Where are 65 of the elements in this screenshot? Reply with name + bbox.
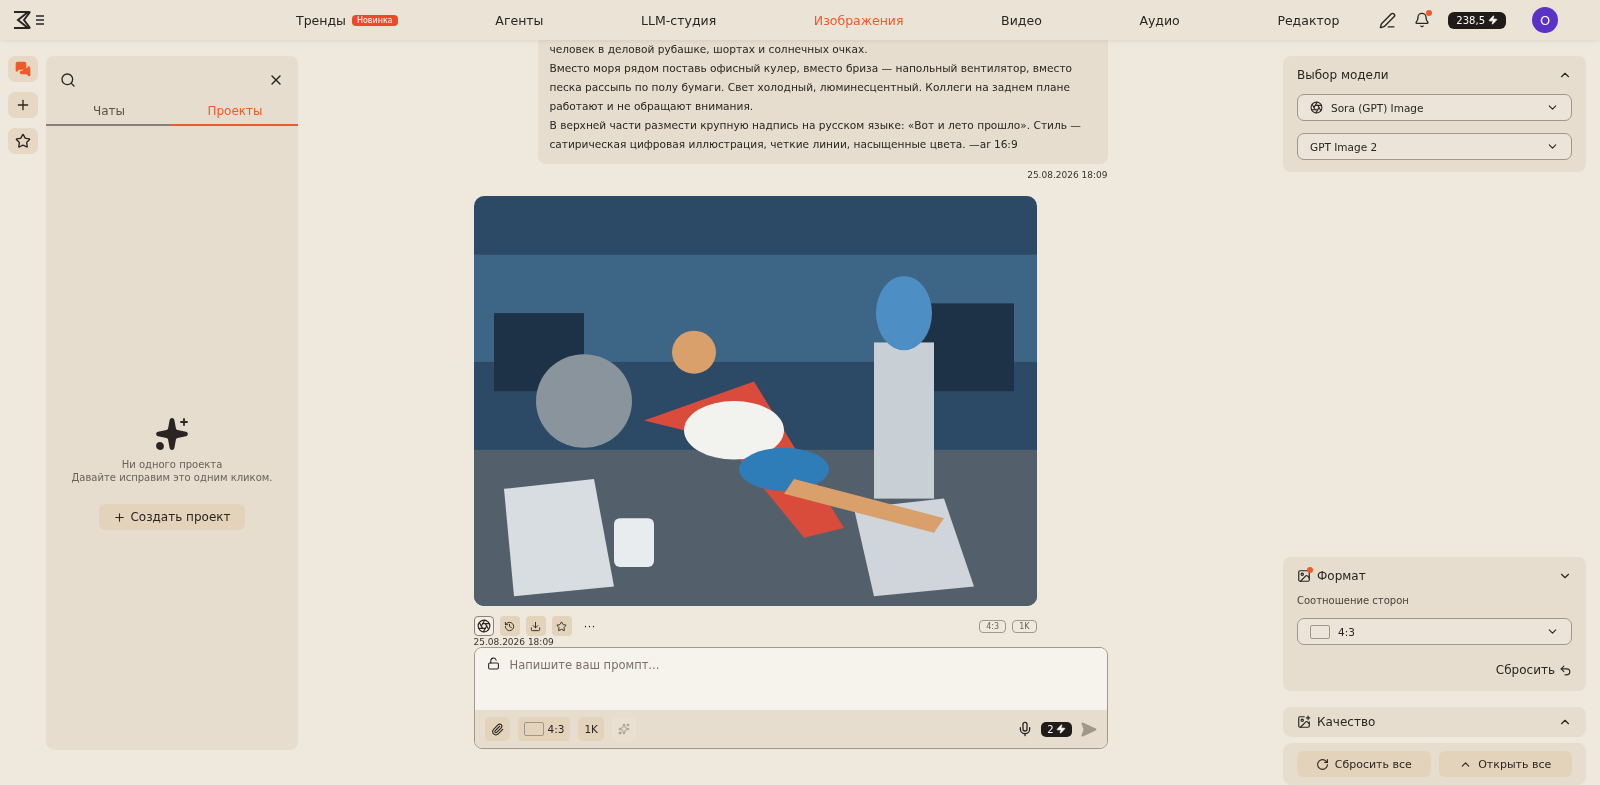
chat-bubbles-icon (15, 61, 31, 77)
rotate-icon (1315, 757, 1329, 771)
download-icon (530, 620, 541, 632)
nav-link[interactable]: Агенты (495, 12, 544, 28)
balance-badge[interactable]: 238,5 (1448, 11, 1506, 29)
logo-icon[interactable] (12, 10, 46, 30)
rectangle-icon (523, 722, 544, 736)
favorite-button[interactable] (551, 616, 572, 636)
user-avatar[interactable]: O (1532, 7, 1558, 33)
chats-button[interactable] (8, 56, 38, 82)
provider-select[interactable]: Sora (GPT) Image (1297, 94, 1572, 121)
history-icon (504, 620, 515, 632)
aperture-icon (476, 619, 491, 633)
sparkles-icon (154, 416, 190, 452)
download-button[interactable] (525, 616, 546, 636)
prompt-text: человек в деловой рубашке, шортах и солнечных очках. (549, 42, 869, 57)
empty-title: Ни одного проекта (121, 458, 223, 471)
message-time: 25.08.2026 18:09 (1027, 170, 1108, 180)
field-label: Соотношение сторон (1297, 595, 1410, 606)
undo-icon (1559, 663, 1572, 677)
attach-button[interactable] (484, 717, 510, 741)
reset-all-button[interactable]: Сбросить все (1297, 751, 1431, 777)
sparkles-icon (618, 723, 630, 735)
plus-icon (113, 510, 127, 524)
card-title: Качество (1317, 715, 1377, 729)
ratio-select[interactable]: 4:3 (1297, 618, 1572, 645)
history-button[interactable] (499, 616, 520, 636)
new-badge: Новинка (351, 14, 398, 26)
image-time: 25.08.2026 18:09 (473, 637, 554, 647)
reset-button[interactable]: Сбросить (1495, 657, 1572, 679)
ratio-button[interactable]: 4:3 (517, 717, 571, 741)
sidebar-tab[interactable]: Чаты (46, 98, 172, 126)
quality-icon (1297, 715, 1311, 729)
bell-icon[interactable] (1414, 12, 1431, 28)
favorites-button[interactable] (8, 128, 38, 154)
empty-text: Давайте исправим это одним кликом. (71, 471, 273, 484)
model-button[interactable] (473, 616, 494, 636)
create-project-button[interactable]: Создать проект (99, 504, 245, 530)
card-title: Формат (1317, 569, 1367, 583)
open-all-button[interactable]: Открыть все (1438, 751, 1572, 777)
nav-link[interactable]: Аудио (1139, 12, 1180, 28)
nav-link[interactable]: Видео (1001, 12, 1042, 28)
model-select[interactable]: GPT Image 2 (1297, 133, 1572, 160)
nav-link[interactable]: Редактор (1277, 12, 1340, 28)
search-icon[interactable] (60, 72, 76, 88)
cost-badge: 2 (1041, 721, 1072, 737)
prompt-text: В верхней части размести крупную надпись на русском языке: «Вот и лето прошло». Стиль — сатирическая цифровая иллюстрация, четкие линии, насыщенные цвета. —ar 16:9 (549, 118, 1082, 152)
paperclip-icon (490, 722, 504, 736)
rectangle-icon (1310, 624, 1330, 639)
nav-link[interactable]: LLM-студия (641, 12, 717, 28)
more-button[interactable]: ··· (577, 619, 602, 633)
image-tag: 4:3 (979, 619, 1007, 633)
image-icon (1297, 569, 1311, 583)
star-icon (15, 133, 31, 149)
resolution-button[interactable]: 1K (578, 717, 604, 741)
image-tag: 1K (1012, 619, 1037, 633)
card-title: Выбор модели (1297, 68, 1390, 82)
prompt-text: Вместо моря рядом поставь офисный кулер, вместо бриза — напольный вентилятор, вместо песка рассыпь по полу бумаги. Свет холодный, люминесцентный. Коллеги на заднем плане работают и не обращают внимания. (549, 61, 1074, 114)
plus-icon (15, 97, 31, 113)
nav-link[interactable]: Тренды Новинка (296, 12, 398, 28)
unlock-icon[interactable] (486, 657, 500, 670)
pen-icon[interactable] (1379, 11, 1397, 29)
star-icon (556, 620, 567, 632)
aperture-icon (1310, 101, 1323, 114)
new-chat-button[interactable] (8, 92, 38, 118)
